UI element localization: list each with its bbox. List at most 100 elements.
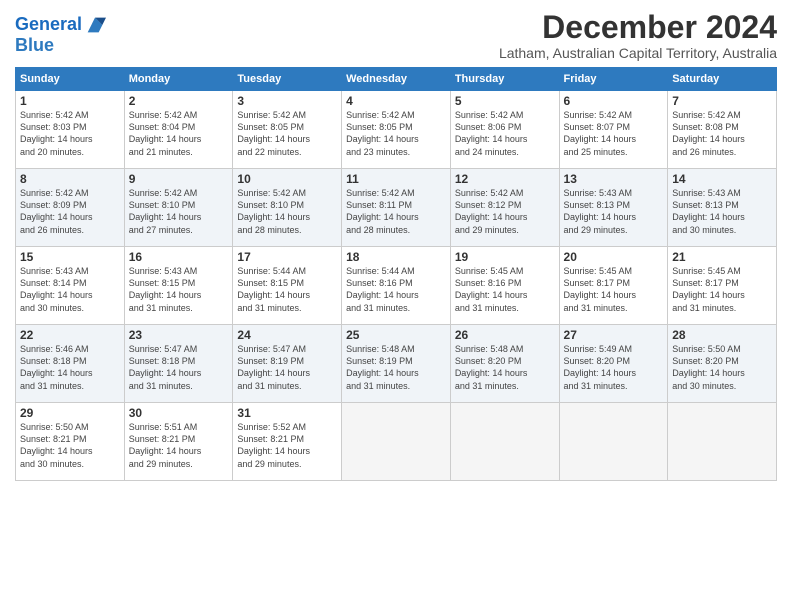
day-cell: 16Sunrise: 5:43 AM Sunset: 8:15 PM Dayli… (124, 247, 233, 325)
day-info: Sunrise: 5:43 AM Sunset: 8:13 PM Dayligh… (564, 187, 664, 236)
day-number: 3 (237, 94, 337, 108)
day-cell: 4Sunrise: 5:42 AM Sunset: 8:05 PM Daylig… (342, 91, 451, 169)
day-info: Sunrise: 5:43 AM Sunset: 8:13 PM Dayligh… (672, 187, 772, 236)
day-info: Sunrise: 5:42 AM Sunset: 8:08 PM Dayligh… (672, 109, 772, 158)
day-cell: 8Sunrise: 5:42 AM Sunset: 8:09 PM Daylig… (16, 169, 125, 247)
day-cell: 14Sunrise: 5:43 AM Sunset: 8:13 PM Dayli… (668, 169, 777, 247)
day-cell (668, 403, 777, 481)
day-number: 9 (129, 172, 229, 186)
day-cell: 21Sunrise: 5:45 AM Sunset: 8:17 PM Dayli… (668, 247, 777, 325)
day-number: 19 (455, 250, 555, 264)
day-number: 23 (129, 328, 229, 342)
day-number: 6 (564, 94, 664, 108)
day-info: Sunrise: 5:51 AM Sunset: 8:21 PM Dayligh… (129, 421, 229, 470)
day-cell: 29Sunrise: 5:50 AM Sunset: 8:21 PM Dayli… (16, 403, 125, 481)
day-info: Sunrise: 5:50 AM Sunset: 8:20 PM Dayligh… (672, 343, 772, 392)
day-cell: 11Sunrise: 5:42 AM Sunset: 8:11 PM Dayli… (342, 169, 451, 247)
day-info: Sunrise: 5:48 AM Sunset: 8:19 PM Dayligh… (346, 343, 446, 392)
week-row-5: 29Sunrise: 5:50 AM Sunset: 8:21 PM Dayli… (16, 403, 777, 481)
day-cell: 26Sunrise: 5:48 AM Sunset: 8:20 PM Dayli… (450, 325, 559, 403)
day-number: 1 (20, 94, 120, 108)
day-number: 13 (564, 172, 664, 186)
week-row-3: 15Sunrise: 5:43 AM Sunset: 8:14 PM Dayli… (16, 247, 777, 325)
day-info: Sunrise: 5:46 AM Sunset: 8:18 PM Dayligh… (20, 343, 120, 392)
col-header-monday: Monday (124, 68, 233, 91)
day-number: 26 (455, 328, 555, 342)
logo-text-blue: Blue (15, 36, 106, 56)
day-cell: 27Sunrise: 5:49 AM Sunset: 8:20 PM Dayli… (559, 325, 668, 403)
day-cell: 12Sunrise: 5:42 AM Sunset: 8:12 PM Dayli… (450, 169, 559, 247)
day-info: Sunrise: 5:42 AM Sunset: 8:04 PM Dayligh… (129, 109, 229, 158)
day-number: 11 (346, 172, 446, 186)
day-number: 31 (237, 406, 337, 420)
day-info: Sunrise: 5:47 AM Sunset: 8:19 PM Dayligh… (237, 343, 337, 392)
day-info: Sunrise: 5:43 AM Sunset: 8:14 PM Dayligh… (20, 265, 120, 314)
day-info: Sunrise: 5:49 AM Sunset: 8:20 PM Dayligh… (564, 343, 664, 392)
day-cell: 9Sunrise: 5:42 AM Sunset: 8:10 PM Daylig… (124, 169, 233, 247)
day-number: 12 (455, 172, 555, 186)
day-number: 15 (20, 250, 120, 264)
day-info: Sunrise: 5:47 AM Sunset: 8:18 PM Dayligh… (129, 343, 229, 392)
day-number: 24 (237, 328, 337, 342)
day-info: Sunrise: 5:45 AM Sunset: 8:17 PM Dayligh… (564, 265, 664, 314)
day-number: 29 (20, 406, 120, 420)
day-cell: 13Sunrise: 5:43 AM Sunset: 8:13 PM Dayli… (559, 169, 668, 247)
day-cell (342, 403, 451, 481)
header: General Blue December 2024 Latham, Austr… (15, 10, 777, 61)
col-header-tuesday: Tuesday (233, 68, 342, 91)
day-info: Sunrise: 5:45 AM Sunset: 8:17 PM Dayligh… (672, 265, 772, 314)
col-header-saturday: Saturday (668, 68, 777, 91)
day-cell: 20Sunrise: 5:45 AM Sunset: 8:17 PM Dayli… (559, 247, 668, 325)
day-cell: 24Sunrise: 5:47 AM Sunset: 8:19 PM Dayli… (233, 325, 342, 403)
day-info: Sunrise: 5:44 AM Sunset: 8:16 PM Dayligh… (346, 265, 446, 314)
day-cell: 18Sunrise: 5:44 AM Sunset: 8:16 PM Dayli… (342, 247, 451, 325)
col-header-friday: Friday (559, 68, 668, 91)
day-cell: 28Sunrise: 5:50 AM Sunset: 8:20 PM Dayli… (668, 325, 777, 403)
week-row-2: 8Sunrise: 5:42 AM Sunset: 8:09 PM Daylig… (16, 169, 777, 247)
day-cell: 23Sunrise: 5:47 AM Sunset: 8:18 PM Dayli… (124, 325, 233, 403)
day-info: Sunrise: 5:50 AM Sunset: 8:21 PM Dayligh… (20, 421, 120, 470)
day-cell: 17Sunrise: 5:44 AM Sunset: 8:15 PM Dayli… (233, 247, 342, 325)
day-number: 5 (455, 94, 555, 108)
day-info: Sunrise: 5:42 AM Sunset: 8:12 PM Dayligh… (455, 187, 555, 236)
day-info: Sunrise: 5:42 AM Sunset: 8:10 PM Dayligh… (237, 187, 337, 236)
week-row-1: 1Sunrise: 5:42 AM Sunset: 8:03 PM Daylig… (16, 91, 777, 169)
day-info: Sunrise: 5:43 AM Sunset: 8:15 PM Dayligh… (129, 265, 229, 314)
day-cell: 15Sunrise: 5:43 AM Sunset: 8:14 PM Dayli… (16, 247, 125, 325)
day-cell: 25Sunrise: 5:48 AM Sunset: 8:19 PM Dayli… (342, 325, 451, 403)
day-number: 8 (20, 172, 120, 186)
day-info: Sunrise: 5:42 AM Sunset: 8:11 PM Dayligh… (346, 187, 446, 236)
day-number: 20 (564, 250, 664, 264)
day-cell: 10Sunrise: 5:42 AM Sunset: 8:10 PM Dayli… (233, 169, 342, 247)
day-number: 14 (672, 172, 772, 186)
day-cell: 2Sunrise: 5:42 AM Sunset: 8:04 PM Daylig… (124, 91, 233, 169)
day-number: 25 (346, 328, 446, 342)
day-number: 21 (672, 250, 772, 264)
col-header-thursday: Thursday (450, 68, 559, 91)
day-info: Sunrise: 5:42 AM Sunset: 8:05 PM Dayligh… (237, 109, 337, 158)
day-number: 22 (20, 328, 120, 342)
day-number: 16 (129, 250, 229, 264)
day-info: Sunrise: 5:42 AM Sunset: 8:07 PM Dayligh… (564, 109, 664, 158)
calendar-table: SundayMondayTuesdayWednesdayThursdayFrid… (15, 67, 777, 481)
day-number: 2 (129, 94, 229, 108)
day-number: 7 (672, 94, 772, 108)
day-cell: 22Sunrise: 5:46 AM Sunset: 8:18 PM Dayli… (16, 325, 125, 403)
page: General Blue December 2024 Latham, Austr… (0, 0, 792, 612)
location-subtitle: Latham, Australian Capital Territory, Au… (499, 45, 777, 61)
day-info: Sunrise: 5:45 AM Sunset: 8:16 PM Dayligh… (455, 265, 555, 314)
header-row: SundayMondayTuesdayWednesdayThursdayFrid… (16, 68, 777, 91)
day-number: 10 (237, 172, 337, 186)
col-header-sunday: Sunday (16, 68, 125, 91)
day-info: Sunrise: 5:42 AM Sunset: 8:06 PM Dayligh… (455, 109, 555, 158)
day-number: 30 (129, 406, 229, 420)
title-block: December 2024 Latham, Australian Capital… (499, 10, 777, 61)
day-cell: 7Sunrise: 5:42 AM Sunset: 8:08 PM Daylig… (668, 91, 777, 169)
day-cell (559, 403, 668, 481)
day-cell: 31Sunrise: 5:52 AM Sunset: 8:21 PM Dayli… (233, 403, 342, 481)
day-cell: 3Sunrise: 5:42 AM Sunset: 8:05 PM Daylig… (233, 91, 342, 169)
day-cell: 1Sunrise: 5:42 AM Sunset: 8:03 PM Daylig… (16, 91, 125, 169)
day-info: Sunrise: 5:42 AM Sunset: 8:10 PM Dayligh… (129, 187, 229, 236)
day-number: 4 (346, 94, 446, 108)
col-header-wednesday: Wednesday (342, 68, 451, 91)
